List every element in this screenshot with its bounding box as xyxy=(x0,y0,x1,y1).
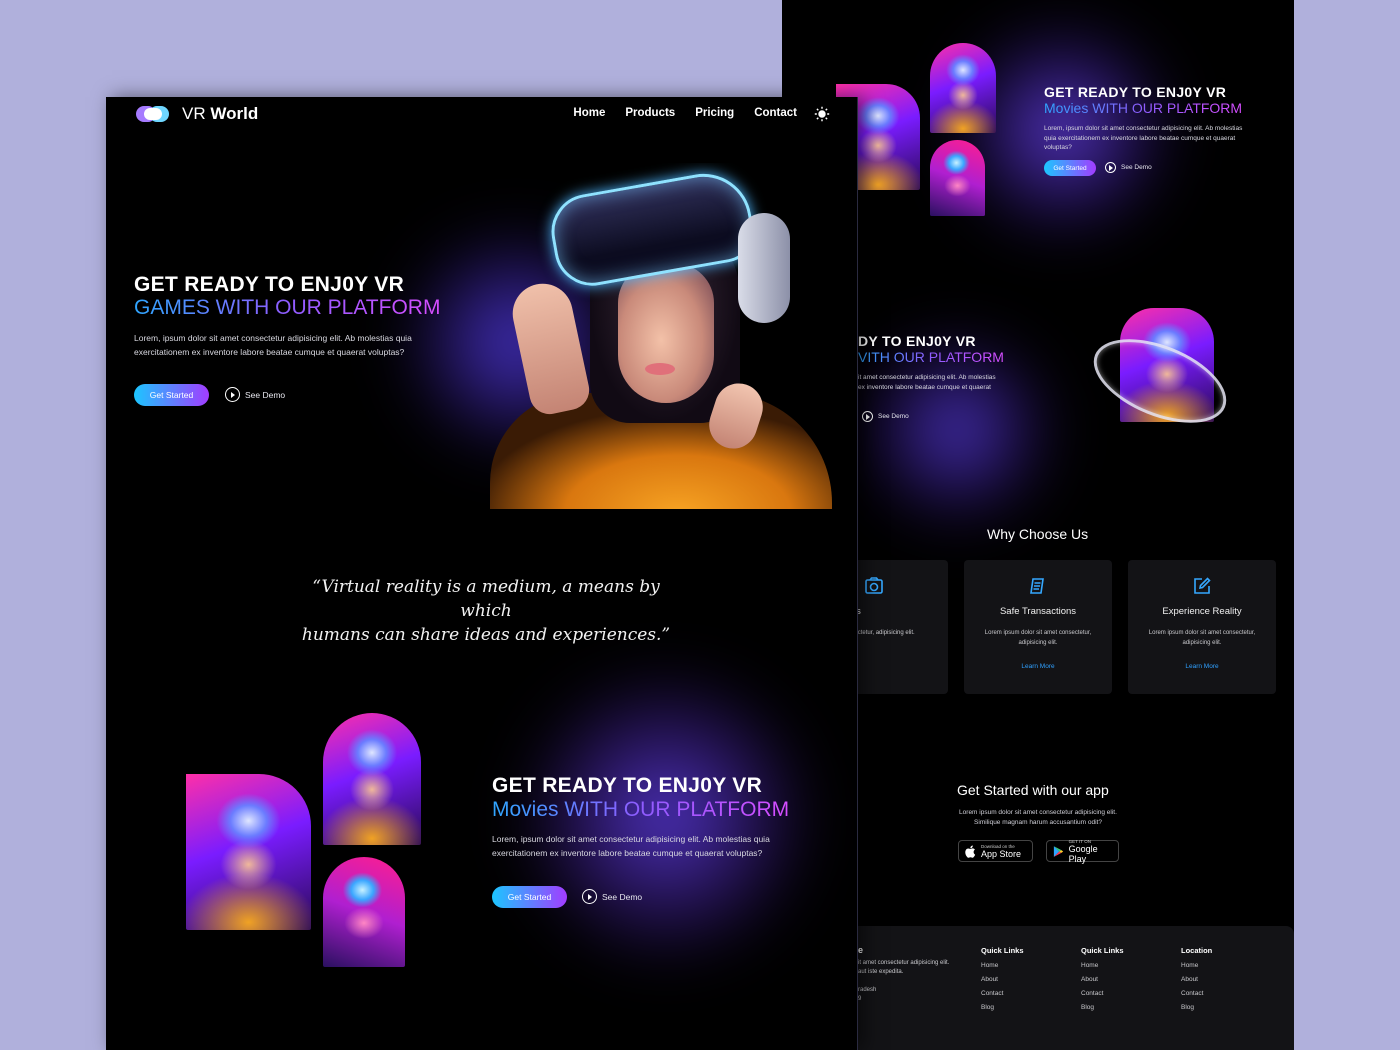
footer-link[interactable]: About xyxy=(981,976,1024,983)
section-subheading: Movies WITH OUR PLATFORM xyxy=(492,798,790,821)
see-demo-button[interactable]: See Demo xyxy=(1105,162,1152,173)
hero-paragraph: it amet consectetur adipisicing elit. Ab… xyxy=(858,374,996,391)
google-play-button[interactable]: GET IT ON Google Play xyxy=(1046,839,1119,864)
app-section-title: Get Started with our app xyxy=(957,782,1109,798)
see-demo-button[interactable]: See Demo xyxy=(862,411,909,422)
camera-icon xyxy=(865,577,883,594)
see-demo-label: See Demo xyxy=(1121,164,1152,171)
play-icon xyxy=(862,411,873,422)
play-icon xyxy=(1105,162,1116,173)
app-store-button[interactable]: Download on the App Store xyxy=(958,840,1033,862)
see-demo-button[interactable]: See Demo xyxy=(225,387,285,402)
feature-desc: Lorem ipsum dolor sit amet consectetur, … xyxy=(1148,630,1256,646)
learn-more-link[interactable]: Learn More xyxy=(964,663,1112,670)
footer-link[interactable]: Home xyxy=(981,962,1024,969)
get-started-button[interactable]: Get Started xyxy=(492,886,567,908)
see-demo-label: See Demo xyxy=(602,891,643,902)
learn-more-link[interactable]: Learn More xyxy=(1128,663,1276,670)
vr-girl-photo xyxy=(323,713,421,845)
footer-link[interactable]: Contact xyxy=(1181,990,1212,997)
hero-paragraph: Lorem, ipsum dolor sit amet consectetur … xyxy=(1044,125,1243,151)
apple-icon xyxy=(965,845,976,858)
see-demo-label: See Demo xyxy=(878,413,909,420)
hand xyxy=(507,278,593,418)
nav-home[interactable]: Home xyxy=(573,107,605,119)
vr-girl-photo xyxy=(930,43,996,133)
lips xyxy=(645,363,675,375)
hero-subheading: Movies WITH OUR PLATFORM xyxy=(1044,100,1243,116)
vr-ring-illustration xyxy=(1081,306,1239,440)
hero-subheading: GAMES WITH OUR PLATFORM xyxy=(134,296,441,319)
nav-contact[interactable]: Contact xyxy=(754,107,797,119)
vr-girl-photo xyxy=(323,857,405,967)
footer-link[interactable]: Contact xyxy=(981,990,1024,997)
feature-card: Safe Transactions Lorem ipsum dolor sit … xyxy=(964,560,1112,694)
footer-link[interactable]: Blog xyxy=(1081,1004,1124,1011)
section-paragraph: Lorem, ipsum dolor sit amet consectetur … xyxy=(492,834,770,858)
main-nav: Home Products Pricing Contact xyxy=(573,107,797,119)
play-icon xyxy=(582,889,597,904)
why-choose-us-title: Why Choose Us xyxy=(987,526,1089,542)
get-started-button[interactable]: Get Started xyxy=(1044,160,1096,176)
nav-products[interactable]: Products xyxy=(625,107,675,119)
back-page-mockup: GET READY TO ENJ0Y VR Movies WITH OUR PL… xyxy=(782,0,1294,1050)
headphone xyxy=(738,213,790,323)
footer-column-title: Location xyxy=(1181,946,1213,955)
edit-icon xyxy=(1194,577,1211,594)
sun-icon[interactable] xyxy=(814,106,830,122)
footer-link[interactable]: About xyxy=(1181,976,1212,983)
feature-desc: Lorem ipsum dolor sit amet consectetur, … xyxy=(984,630,1092,646)
vr-headset-logo-icon xyxy=(136,103,170,125)
hero-heading: GET READY TO ENJ0Y VR xyxy=(134,273,405,296)
document-icon xyxy=(1030,578,1044,594)
hero-subheading: VITH OUR PLATFORM xyxy=(858,349,1004,365)
footer-column-title: Quick Links xyxy=(1081,946,1124,955)
brand-name: VR World xyxy=(182,104,259,123)
see-demo-button[interactable]: See Demo xyxy=(582,889,642,904)
hero-heading: GET READY TO ENJ0Y VR xyxy=(1044,84,1227,100)
hero-paragraph: Lorem, ipsum dolor sit amet consectetur … xyxy=(134,333,412,357)
site-footer: e it amet consectetur adipisicing elit. … xyxy=(782,926,1294,1050)
footer-link[interactable]: Blog xyxy=(1181,1004,1212,1011)
vr-girl-photo xyxy=(930,140,985,216)
footer-link[interactable]: Home xyxy=(1081,962,1124,969)
google-play-label: Google Play xyxy=(1068,843,1098,864)
feature-title: Experience Reality xyxy=(1162,606,1242,617)
footer-link[interactable]: Contact xyxy=(1081,990,1124,997)
footer-column: Location Home About Contact Blog xyxy=(1181,946,1212,1018)
footer-link[interactable]: Home xyxy=(1181,962,1212,969)
get-started-button[interactable]: Get Started xyxy=(134,384,209,406)
front-page-mockup: VR World Home Products Pricing Contact G… xyxy=(106,97,858,1050)
footer-about: e it amet consectetur adipisicing elit. … xyxy=(858,945,950,1003)
footer-column: Quick Links Home About Contact Blog xyxy=(981,946,1024,1018)
play-icon xyxy=(225,387,240,402)
footer-link[interactable]: Blog xyxy=(981,1004,1024,1011)
footer-column: Quick Links Home About Contact Blog xyxy=(1081,946,1124,1018)
hero-heading: DY TO ENJ0Y VR xyxy=(858,333,976,349)
google-play-icon xyxy=(1053,845,1064,857)
face xyxy=(618,263,714,403)
section-heading: GET READY TO ENJ0Y VR xyxy=(492,774,763,797)
footer-column-title: Quick Links xyxy=(981,946,1024,955)
feature-title: Safe Transactions xyxy=(999,606,1077,617)
hero-vr-girl-image xyxy=(490,163,832,509)
feature-card: Experience Reality Lorem ipsum dolor sit… xyxy=(1128,560,1276,694)
nav-pricing[interactable]: Pricing xyxy=(695,107,734,119)
app-section-desc: Lorem ipsum dolor sit amet consectetur a… xyxy=(959,809,1117,826)
footer-about-title: e xyxy=(858,945,864,955)
brand-logo[interactable]: VR World xyxy=(136,103,258,125)
quote-text: “Virtual reality is a medium, a means by… xyxy=(301,577,671,645)
footer-link[interactable]: About xyxy=(1081,976,1124,983)
app-store-label: App Store xyxy=(981,848,1022,859)
see-demo-label: See Demo xyxy=(245,389,286,400)
vr-girl-photo xyxy=(186,774,311,930)
